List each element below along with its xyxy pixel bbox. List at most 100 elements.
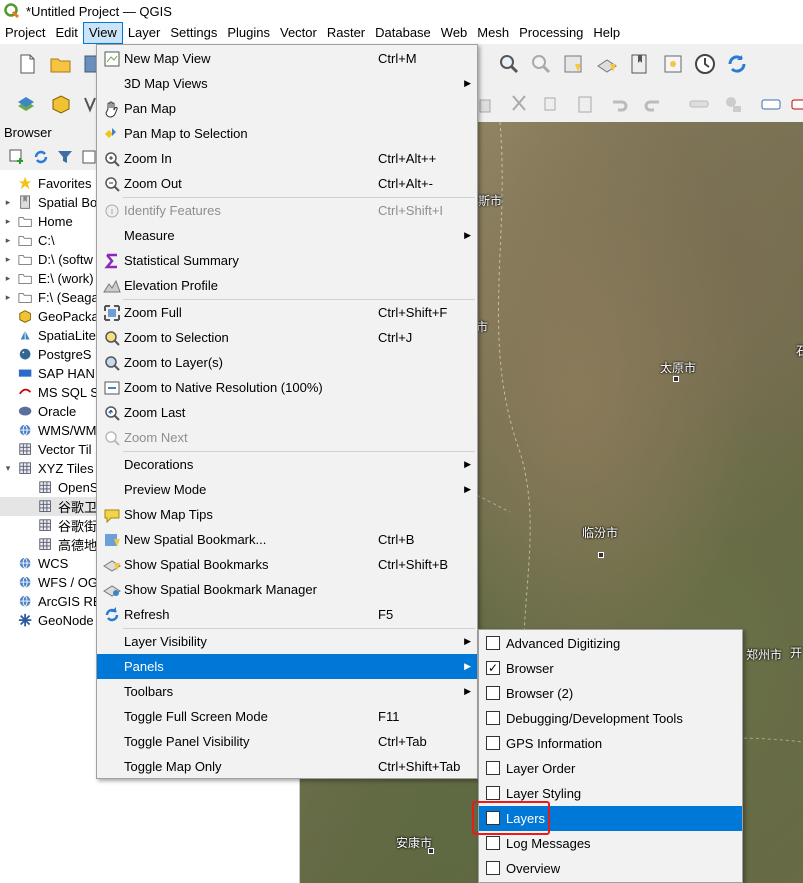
menu-settings[interactable]: Settings: [165, 22, 222, 44]
menu-layer[interactable]: Layer: [123, 22, 166, 44]
panel-checkbox[interactable]: ✓: [486, 661, 500, 675]
panel-checkbox[interactable]: [486, 836, 500, 850]
menu-item-show-map-tips[interactable]: Show Map Tips: [97, 502, 477, 527]
temporal-clock-icon[interactable]: [692, 51, 718, 77]
grid-icon: [38, 480, 54, 496]
expand-arrow-icon[interactable]: ▾: [3, 463, 13, 474]
menu-item-new-spatial-bookmark[interactable]: New Spatial Bookmark... Ctrl+B: [97, 527, 477, 552]
panel-item-debugging-development-tools[interactable]: Debugging/Development Tools: [479, 706, 742, 731]
menu-edit[interactable]: Edit: [50, 22, 82, 44]
panel-checkbox[interactable]: [486, 761, 500, 775]
menu-item-zoom-in[interactable]: Zoom In Ctrl+Alt++: [97, 146, 477, 171]
panel-item-advanced-digitizing[interactable]: Advanced Digitizing: [479, 631, 742, 656]
menu-item-pan-map-to-selection[interactable]: Pan Map to Selection: [97, 121, 477, 146]
menu-bar: Project Edit View Layer Settings Plugins Vecto…: [0, 22, 803, 44]
menu-item-identify-features[interactable]: Identify Features Ctrl+Shift+I: [97, 198, 477, 223]
menu-item-panels[interactable]: Panels ▶: [97, 654, 477, 679]
map-tips-tool-icon[interactable]: [660, 51, 686, 77]
data-source-manager-icon[interactable]: [14, 91, 40, 117]
menu-item-zoom-out[interactable]: Zoom Out Ctrl+Alt+-: [97, 171, 477, 196]
redo-icon[interactable]: [640, 91, 666, 117]
label-tool-icon[interactable]: [686, 91, 712, 117]
panel-checkbox[interactable]: [486, 861, 500, 875]
expand-arrow-icon[interactable]: ▸: [3, 254, 13, 265]
menu-item-measure[interactable]: Measure ▶: [97, 223, 477, 248]
menu-item-new-map-view[interactable]: New Map View Ctrl+M: [97, 46, 477, 71]
filter-browser-icon[interactable]: [56, 148, 74, 166]
panel-item-overview[interactable]: Overview: [479, 856, 742, 881]
menu-item-3d-map-views[interactable]: 3D Map Views ▶: [97, 71, 477, 96]
menu-item-decorations[interactable]: Decorations ▶: [97, 452, 477, 477]
label-abc-icon[interactable]: [758, 91, 784, 117]
menu-item-show-spatial-bookmarks[interactable]: Show Spatial Bookmarks Ctrl+Shift+B: [97, 552, 477, 577]
expand-arrow-icon[interactable]: ▸: [3, 216, 13, 227]
label-abc-red-icon[interactable]: [788, 91, 803, 117]
map-tips-icon: [103, 506, 121, 524]
menu-item-label: 3D Map Views: [124, 76, 208, 91]
menu-vector[interactable]: Vector: [275, 22, 322, 44]
menu-mesh[interactable]: Mesh: [472, 22, 514, 44]
menu-item-refresh[interactable]: Refresh F5: [97, 602, 477, 627]
browser-item-label: Spatial Bo: [38, 195, 98, 210]
copy-features-icon[interactable]: [538, 91, 564, 117]
menu-item-show-spatial-bookmark-manager[interactable]: Show Spatial Bookmark Manager: [97, 577, 477, 602]
panel-checkbox[interactable]: [486, 736, 500, 750]
bookmark-tool-icon[interactable]: [626, 51, 652, 77]
zoom-selection-icon: [103, 329, 121, 347]
menu-database[interactable]: Database: [370, 22, 436, 44]
globe-icon: [18, 575, 34, 591]
menu-item-zoom-to-layer-s[interactable]: Zoom to Layer(s): [97, 350, 477, 375]
menu-item-statistical-summary[interactable]: Statistical Summary: [97, 248, 477, 273]
panel-checkbox[interactable]: [486, 786, 500, 800]
sigma-icon: [103, 252, 121, 270]
new-project-icon[interactable]: [14, 51, 40, 77]
menu-item-elevation-profile[interactable]: Elevation Profile: [97, 273, 477, 298]
menu-item-toggle-map-only[interactable]: Toggle Map Only Ctrl+Shift+Tab: [97, 754, 477, 779]
zoom-to-layer-tool-icon[interactable]: [528, 51, 554, 77]
new-geopackage-icon[interactable]: [48, 91, 74, 117]
expand-arrow-icon[interactable]: ▸: [3, 273, 13, 284]
paste-features-icon[interactable]: [572, 91, 598, 117]
menu-item-zoom-to-native-resolution-100[interactable]: Zoom to Native Resolution (100%): [97, 375, 477, 400]
panel-item-layer-order[interactable]: Layer Order: [479, 756, 742, 781]
expand-arrow-icon[interactable]: ▸: [3, 292, 13, 303]
menu-item-toggle-panel-visibility[interactable]: Toggle Panel Visibility Ctrl+Tab: [97, 729, 477, 754]
menu-item-zoom-next[interactable]: Zoom Next: [97, 425, 477, 450]
zoom-to-selection-tool-icon[interactable]: [496, 51, 522, 77]
panel-item-browser-2[interactable]: Browser (2): [479, 681, 742, 706]
menu-project[interactable]: Project: [0, 22, 50, 44]
menu-item-label: Show Map Tips: [124, 507, 213, 522]
open-project-icon[interactable]: [48, 51, 74, 77]
show-bookmarks-tool-icon[interactable]: [594, 51, 620, 77]
menu-raster[interactable]: Raster: [322, 22, 370, 44]
refresh-browser-icon[interactable]: [32, 148, 50, 166]
menu-item-toolbars[interactable]: Toolbars ▶: [97, 679, 477, 704]
menu-item-zoom-last[interactable]: Zoom Last: [97, 400, 477, 425]
expand-arrow-icon[interactable]: ▸: [3, 197, 13, 208]
panel-checkbox[interactable]: [486, 711, 500, 725]
panel-checkbox[interactable]: [486, 686, 500, 700]
menu-plugins[interactable]: Plugins: [222, 22, 275, 44]
panel-item-browser[interactable]: ✓ Browser: [479, 656, 742, 681]
menu-processing[interactable]: Processing: [514, 22, 588, 44]
menu-web[interactable]: Web: [436, 22, 473, 44]
menu-item-layer-visibility[interactable]: Layer Visibility ▶: [97, 629, 477, 654]
cut-features-icon[interactable]: [506, 91, 532, 117]
menu-item-pan-map[interactable]: Pan Map: [97, 96, 477, 121]
menu-help[interactable]: Help: [588, 22, 625, 44]
new-bookmark-tool-icon[interactable]: [560, 51, 586, 77]
pin-label-icon[interactable]: [720, 91, 746, 117]
menu-item-preview-mode[interactable]: Preview Mode ▶: [97, 477, 477, 502]
undo-icon[interactable]: [606, 91, 632, 117]
add-selected-layers-icon[interactable]: [8, 148, 26, 166]
menu-item-toggle-full-screen-mode[interactable]: Toggle Full Screen Mode F11: [97, 704, 477, 729]
menu-item-zoom-to-selection[interactable]: Zoom to Selection Ctrl+J: [97, 325, 477, 350]
refresh-tool-icon[interactable]: [724, 51, 750, 77]
menu-view[interactable]: View: [82, 22, 123, 44]
expand-arrow-icon[interactable]: ▸: [3, 235, 13, 246]
panel-checkbox[interactable]: [486, 636, 500, 650]
panel-item-gps-information[interactable]: GPS Information: [479, 731, 742, 756]
menu-item-zoom-full[interactable]: Zoom Full Ctrl+Shift+F: [97, 300, 477, 325]
title-bar: *Untitled Project — QGIS: [0, 0, 803, 22]
panel-item-label: Browser (2): [506, 686, 574, 701]
